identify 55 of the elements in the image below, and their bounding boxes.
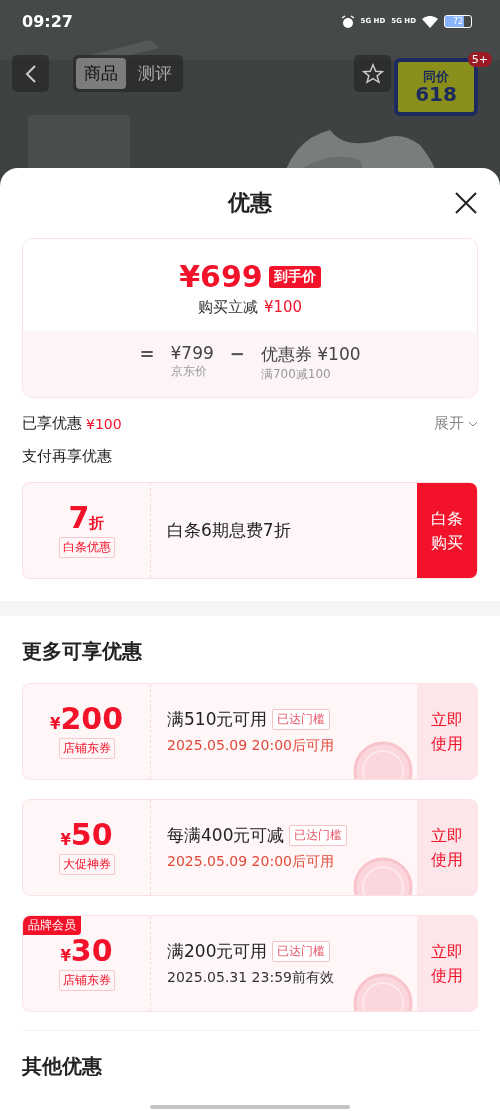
section-title: 更多可享优惠 (22, 638, 143, 665)
tab[interactable]: 商品 (76, 58, 126, 89)
operator: = (139, 343, 155, 364)
currency-sign: ¥ (60, 831, 71, 849)
offer-description: 白条6期息费7折 (167, 519, 292, 542)
threshold-tag: 已达门槛 (289, 825, 348, 846)
operator: − (229, 343, 245, 364)
back-button[interactable] (12, 55, 49, 92)
status-time: 09:27 (22, 12, 73, 31)
currency-sign: ¥ (60, 947, 71, 965)
threshold-tag: 已达门槛 (272, 941, 331, 962)
star-icon (361, 62, 384, 85)
tab[interactable]: 测评 (130, 58, 180, 89)
currency-sign: ¥ (49, 715, 61, 733)
sheet-title: 优惠 (228, 189, 272, 217)
coupon-tag: 店铺东券 (58, 970, 115, 991)
coupon-condition: 满200元可用 (167, 940, 268, 963)
price-value: ¥799 (170, 343, 214, 363)
price-caption: 京东价 (170, 363, 208, 380)
price-caption: 满700减100 (260, 366, 332, 383)
offer-tag: 白条优惠 (58, 537, 115, 558)
coupon-amount: 50 (70, 820, 113, 850)
buy-button[interactable]: 白条购买 (417, 483, 477, 578)
enjoyed-label: 已享优惠 (22, 414, 82, 433)
threshold-tag: 已达门槛 (272, 709, 331, 730)
enjoyed-amount: ¥100 (86, 415, 122, 432)
favorite-button[interactable] (354, 55, 391, 92)
price-value: 优惠券 ¥100 (260, 343, 361, 366)
final-price: ¥699 (179, 259, 263, 294)
expand-toggle[interactable]: 展开 (434, 414, 478, 433)
wifi-icon (422, 15, 438, 28)
use-button[interactable]: 立即使用 (417, 916, 477, 1011)
coupon-date: 2025.05.09 20:00后可用 (167, 853, 335, 871)
use-button[interactable]: 立即使用 (417, 684, 477, 779)
discount-value: 7 (68, 503, 90, 533)
coupon-tag: 店铺东券 (58, 738, 115, 759)
member-tag: 品牌会员 (23, 916, 81, 935)
battery-icon: 72 (444, 15, 472, 28)
price-tag: 到手价 (268, 265, 321, 288)
use-button[interactable]: 立即使用 (417, 800, 477, 895)
coupon-date: 2025.05.31 23:59前有效 (167, 969, 335, 987)
chevron-icon (468, 420, 478, 427)
coupon-tag: 大促神券 (58, 854, 115, 875)
coupon-amount: 30 (70, 936, 113, 966)
coupon-condition: 满510元可用 (167, 708, 268, 731)
section-title: 其他优惠 (22, 1053, 103, 1080)
alarm-icon (340, 14, 355, 29)
coupon-amount: 200 (60, 704, 124, 734)
coupon-date: 2025.05.09 20:00后可用 (167, 737, 335, 755)
coupon-condition: 每满400元可减 (167, 824, 285, 847)
discount-label: 购买立减 (197, 298, 258, 317)
discount-amount: ¥100 (263, 298, 303, 317)
discount-unit: 折 (89, 514, 105, 533)
section-label: 支付再享优惠 (22, 447, 113, 466)
close-icon[interactable] (454, 191, 478, 215)
